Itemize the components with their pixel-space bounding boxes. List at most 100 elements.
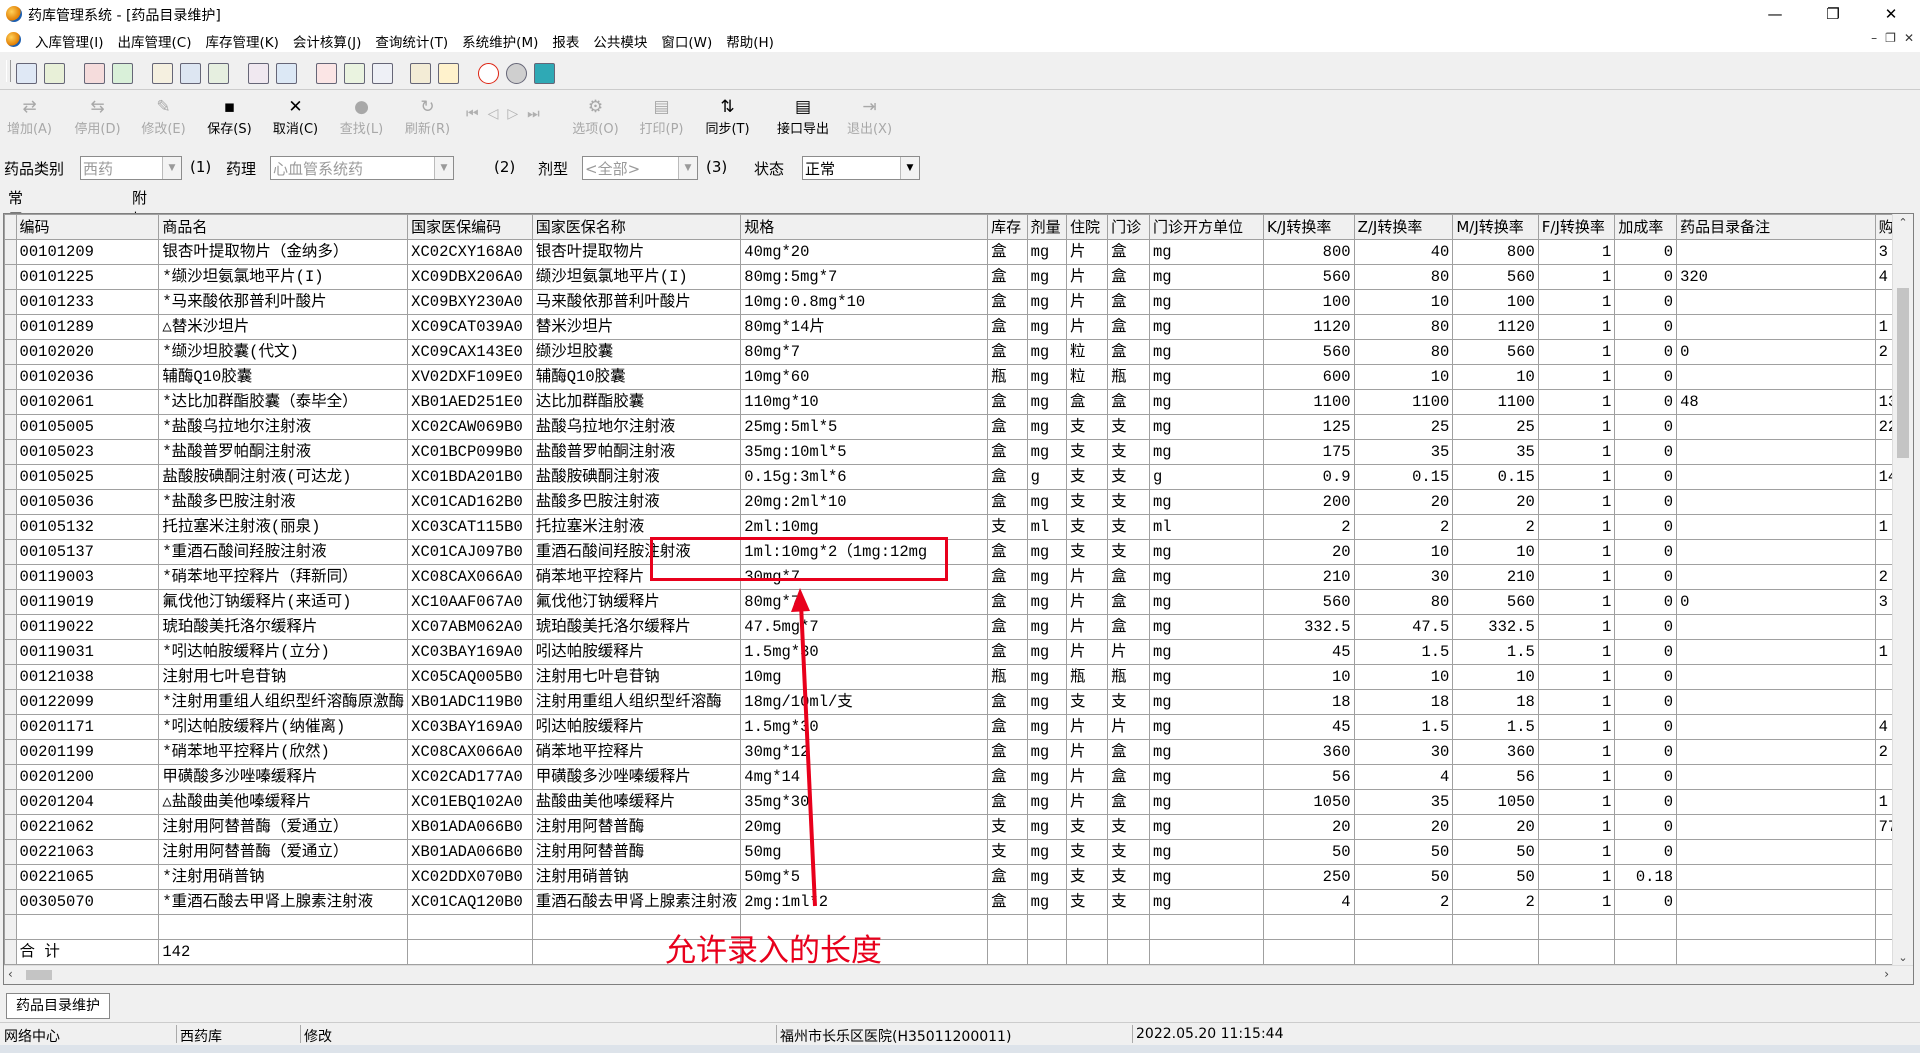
table-cell[interactable]: 片	[1066, 314, 1109, 340]
table-cell[interactable]: 1	[1537, 514, 1616, 540]
table-cell[interactable]: mg	[1148, 264, 1265, 290]
table-cell[interactable]: 0	[1614, 314, 1678, 340]
table-cell[interactable]: 40	[1353, 239, 1454, 265]
row-indicator[interactable]	[4, 414, 17, 440]
table-cell[interactable]	[1676, 739, 1876, 765]
table-cell[interactable]: 0	[1614, 814, 1678, 840]
row-indicator[interactable]	[4, 864, 17, 890]
table-row[interactable]: 00119031 *吲达帕胺缓释片(立分) XC03BAY169A0 吲达帕胺缓释片 1…	[4, 639, 1913, 665]
dosage-form-select[interactable]: <全部> ▼	[582, 156, 698, 180]
table-cell[interactable]: 50mg*5	[740, 864, 989, 890]
column-header[interactable]: Z/J转换率	[1353, 214, 1454, 240]
table-cell[interactable]: mg	[1148, 639, 1265, 665]
table-cell[interactable]: 支	[1066, 464, 1109, 490]
table-cell[interactable]: 盒	[987, 564, 1028, 590]
book-icon[interactable]	[84, 63, 105, 84]
table-cell[interactable]: 替米沙坦片	[531, 314, 742, 340]
table-cell[interactable]: 1120	[1452, 314, 1539, 340]
table-cell[interactable]: 盒	[987, 639, 1028, 665]
table-cell[interactable]: 48	[1676, 389, 1876, 415]
stop-icon[interactable]	[478, 63, 499, 84]
table-cell[interactable]: 片	[1066, 264, 1109, 290]
table-cell[interactable]: 50	[1263, 839, 1355, 865]
table-cell[interactable]: 00105005	[15, 414, 160, 440]
menu-accounting[interactable]: 会计核算(J)	[286, 31, 369, 51]
column-header[interactable]: 库存	[987, 214, 1028, 240]
table-cell[interactable]: 332.5	[1452, 614, 1539, 640]
table-cell[interactable]: 0	[1614, 764, 1678, 790]
table-cell[interactable]: 盒	[987, 614, 1028, 640]
table-cell[interactable]: 盒	[987, 389, 1028, 415]
table-cell[interactable]: 辅酶Q10胶囊	[158, 364, 409, 390]
row-indicator[interactable]	[4, 389, 17, 415]
menu-outbound[interactable]: 出库管理(C)	[111, 31, 199, 51]
category-select[interactable]: 西药 ▼	[80, 156, 182, 180]
row-indicator[interactable]	[4, 839, 17, 865]
table-cell[interactable]: 210	[1263, 564, 1355, 590]
table-cell[interactable]: 35mg*30	[740, 789, 989, 815]
table-cell[interactable]: 00121038	[15, 664, 160, 690]
table-cell[interactable]: 25	[1353, 414, 1454, 440]
table-cell[interactable]: *达比加群酯胶囊（泰毕全）	[158, 389, 409, 415]
row-indicator[interactable]	[4, 889, 17, 915]
table-cell[interactable]: mg	[1148, 314, 1265, 340]
table-cell[interactable]: 35mg:10ml*5	[740, 439, 989, 465]
table-cell[interactable]: 吲达帕胺缓释片	[531, 639, 742, 665]
table-cell[interactable]: 10	[1452, 664, 1539, 690]
table-cell[interactable]: 18mg/10ml/支	[740, 689, 989, 715]
row-indicator[interactable]	[4, 764, 17, 790]
table-cell[interactable]: mg	[1148, 714, 1265, 740]
add-button[interactable]: ⇄ 增加(A)	[2, 96, 57, 142]
table-cell[interactable]: g	[1026, 464, 1068, 490]
ledger-icon[interactable]	[208, 63, 229, 84]
table-cell[interactable]: 1	[1537, 289, 1616, 315]
table-cell[interactable]: *硝苯地平控释片(欣然)	[158, 739, 409, 765]
column-header[interactable]: 门诊	[1107, 214, 1150, 240]
table-cell[interactable]: 1	[1537, 389, 1616, 415]
table-row[interactable]: 00101209 银杏叶提取物片（金纳多） XC02CXY168A0 银杏叶提取物片 4…	[4, 239, 1913, 265]
table-cell[interactable]: 盒	[987, 339, 1028, 365]
table-cell[interactable]: 332.5	[1263, 614, 1355, 640]
disable-button[interactable]: ⇆ 停用(D)	[70, 96, 125, 142]
table-cell[interactable]: mg	[1148, 839, 1265, 865]
table-cell[interactable]: mg	[1148, 389, 1265, 415]
table-cell[interactable]: 80	[1353, 314, 1454, 340]
minimize-button[interactable]: —	[1746, 0, 1804, 28]
table-cell[interactable]: 0	[1614, 664, 1678, 690]
cancel-button[interactable]: ✕ 取消(C)	[268, 96, 323, 142]
table-cell[interactable]: XC01BCP099B0	[407, 439, 533, 465]
table-row[interactable]: 00201200 甲磺酸多沙唑嗪缓释片 XC02CAD177A0 甲磺酸多沙唑嗪缓释片…	[4, 764, 1913, 790]
row-indicator[interactable]	[4, 589, 17, 615]
table-cell[interactable]: 0	[1614, 364, 1678, 390]
table-cell[interactable]: 0	[1614, 789, 1678, 815]
column-header[interactable]: 门诊开方单位	[1148, 214, 1265, 240]
table-cell[interactable]: 支	[1066, 514, 1109, 540]
table-cell[interactable]: XC02CAD177A0	[407, 764, 533, 790]
monitor-icon[interactable]	[180, 63, 201, 84]
table-row[interactable]: 00105025 盐酸胺碘酮注射液(可达龙) XC01BDA201B0 盐酸胺碘酮注射…	[4, 464, 1913, 490]
table-cell[interactable]: mg	[1026, 339, 1068, 365]
table-cell[interactable]: mg	[1148, 739, 1265, 765]
menu-public[interactable]: 公共模块	[586, 31, 654, 51]
drug-catalog-grid[interactable]: 编码 商品名 国家医保编码 国家医保名称 规格 库存 剂量 住院 门诊 门诊开方单位 K/J转换率 Z…	[3, 213, 1914, 985]
table-cell[interactable]: 1	[1537, 314, 1616, 340]
table-cell[interactable]: 1.5mg*30	[740, 714, 989, 740]
table-cell[interactable]: 00119003	[15, 564, 160, 590]
table-cell[interactable]	[1676, 439, 1876, 465]
table-cell[interactable]: *盐酸乌拉地尔注射液	[158, 414, 409, 440]
table-cell[interactable]: 20	[1353, 814, 1454, 840]
table-cell[interactable]: 盐酸胺碘酮注射液(可达龙)	[158, 464, 409, 490]
table-cell[interactable]: 盒	[1107, 289, 1150, 315]
vertical-scroll-thumb[interactable]	[1897, 288, 1909, 458]
table-cell[interactable]: 0.15	[1353, 464, 1454, 490]
table-cell[interactable]: 0.18	[1614, 864, 1678, 890]
table-cell[interactable]: 1	[1537, 264, 1616, 290]
table-cell[interactable]: 1	[1537, 464, 1616, 490]
table-cell[interactable]: 盒	[987, 414, 1028, 440]
table-row[interactable]: 00119022 琥珀酸美托洛尔缓释片 XC07ABM062A0 琥珀酸美托洛尔缓释片…	[4, 614, 1913, 640]
table-cell[interactable]: 达比加群酯胶囊	[531, 389, 742, 415]
table-cell[interactable]: 1	[1537, 714, 1616, 740]
table-cell[interactable]: mg	[1026, 489, 1068, 515]
table-row[interactable]: 00102036 辅酶Q10胶囊 XV02DXF109E0 辅酶Q10胶囊 10mg*6…	[4, 364, 1913, 390]
table-cell[interactable]: 硝苯地平控释片	[531, 739, 742, 765]
